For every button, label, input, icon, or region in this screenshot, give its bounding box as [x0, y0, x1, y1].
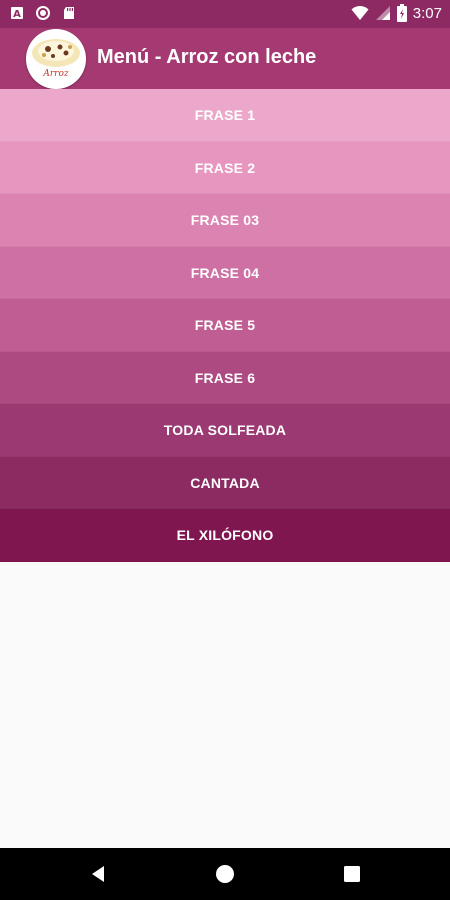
record-icon: [36, 6, 50, 20]
svg-text:A: A: [13, 9, 21, 20]
app-bar: Arroz Menú - Arroz con leche: [0, 28, 450, 89]
menu-item-frase-5[interactable]: FRASE 5: [0, 299, 450, 352]
home-icon[interactable]: [215, 864, 235, 884]
recents-icon[interactable]: [342, 864, 362, 884]
rice-pudding-icon: [32, 39, 80, 67]
text-a-icon: A: [11, 7, 23, 20]
avatar: Arroz: [26, 29, 86, 89]
avatar-label: Arroz: [43, 69, 69, 79]
menu-item-frase-03[interactable]: FRASE 03: [0, 194, 450, 247]
menu-item-frase-1[interactable]: FRASE 1: [0, 89, 450, 142]
menu-item-toda-solfeada[interactable]: TODA SOLFEADA: [0, 404, 450, 457]
menu-item-frase-2[interactable]: FRASE 2: [0, 141, 450, 194]
page-title: Menú - Arroz con leche: [97, 46, 317, 68]
menu-item-cantada[interactable]: CANTADA: [0, 456, 450, 509]
status-left-icons: A: [10, 6, 76, 20]
battery-icon: [396, 4, 407, 22]
back-icon[interactable]: [88, 864, 108, 884]
status-time: 3:07: [412, 4, 442, 22]
menu-item-frase-04[interactable]: FRASE 04: [0, 246, 450, 299]
wifi-icon: [351, 5, 369, 20]
status-bar: A 3:07: [0, 0, 450, 28]
menu-list: FRASE 1 FRASE 2 FRASE 03 FRASE 04 FRASE …: [0, 89, 450, 562]
menu-item-frase-6[interactable]: FRASE 6: [0, 351, 450, 404]
signal-icon: [375, 6, 390, 20]
status-right-icons: 3:07: [351, 4, 442, 22]
sd-card-icon: [64, 7, 74, 19]
menu-item-el-xilofono[interactable]: EL XILÓFONO: [0, 509, 450, 562]
navigation-bar: [0, 848, 450, 900]
